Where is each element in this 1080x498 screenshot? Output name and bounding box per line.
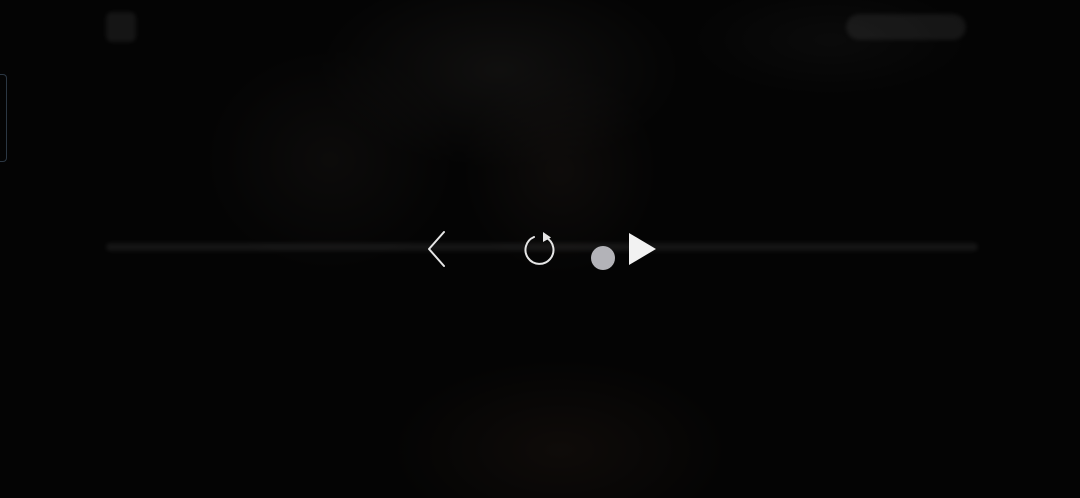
scrub-thumb[interactable] bbox=[591, 246, 615, 270]
chevron-left-icon bbox=[428, 231, 445, 267]
elapsed-time bbox=[126, 462, 186, 480]
play-icon bbox=[629, 233, 656, 265]
replay-icon bbox=[524, 232, 555, 265]
play-button[interactable] bbox=[626, 231, 658, 267]
total-time bbox=[900, 462, 960, 480]
replay-button[interactable] bbox=[520, 229, 560, 269]
video-player-screen[interactable] bbox=[0, 0, 1080, 498]
previous-button[interactable] bbox=[422, 228, 452, 270]
playback-controls bbox=[0, 0, 1080, 498]
